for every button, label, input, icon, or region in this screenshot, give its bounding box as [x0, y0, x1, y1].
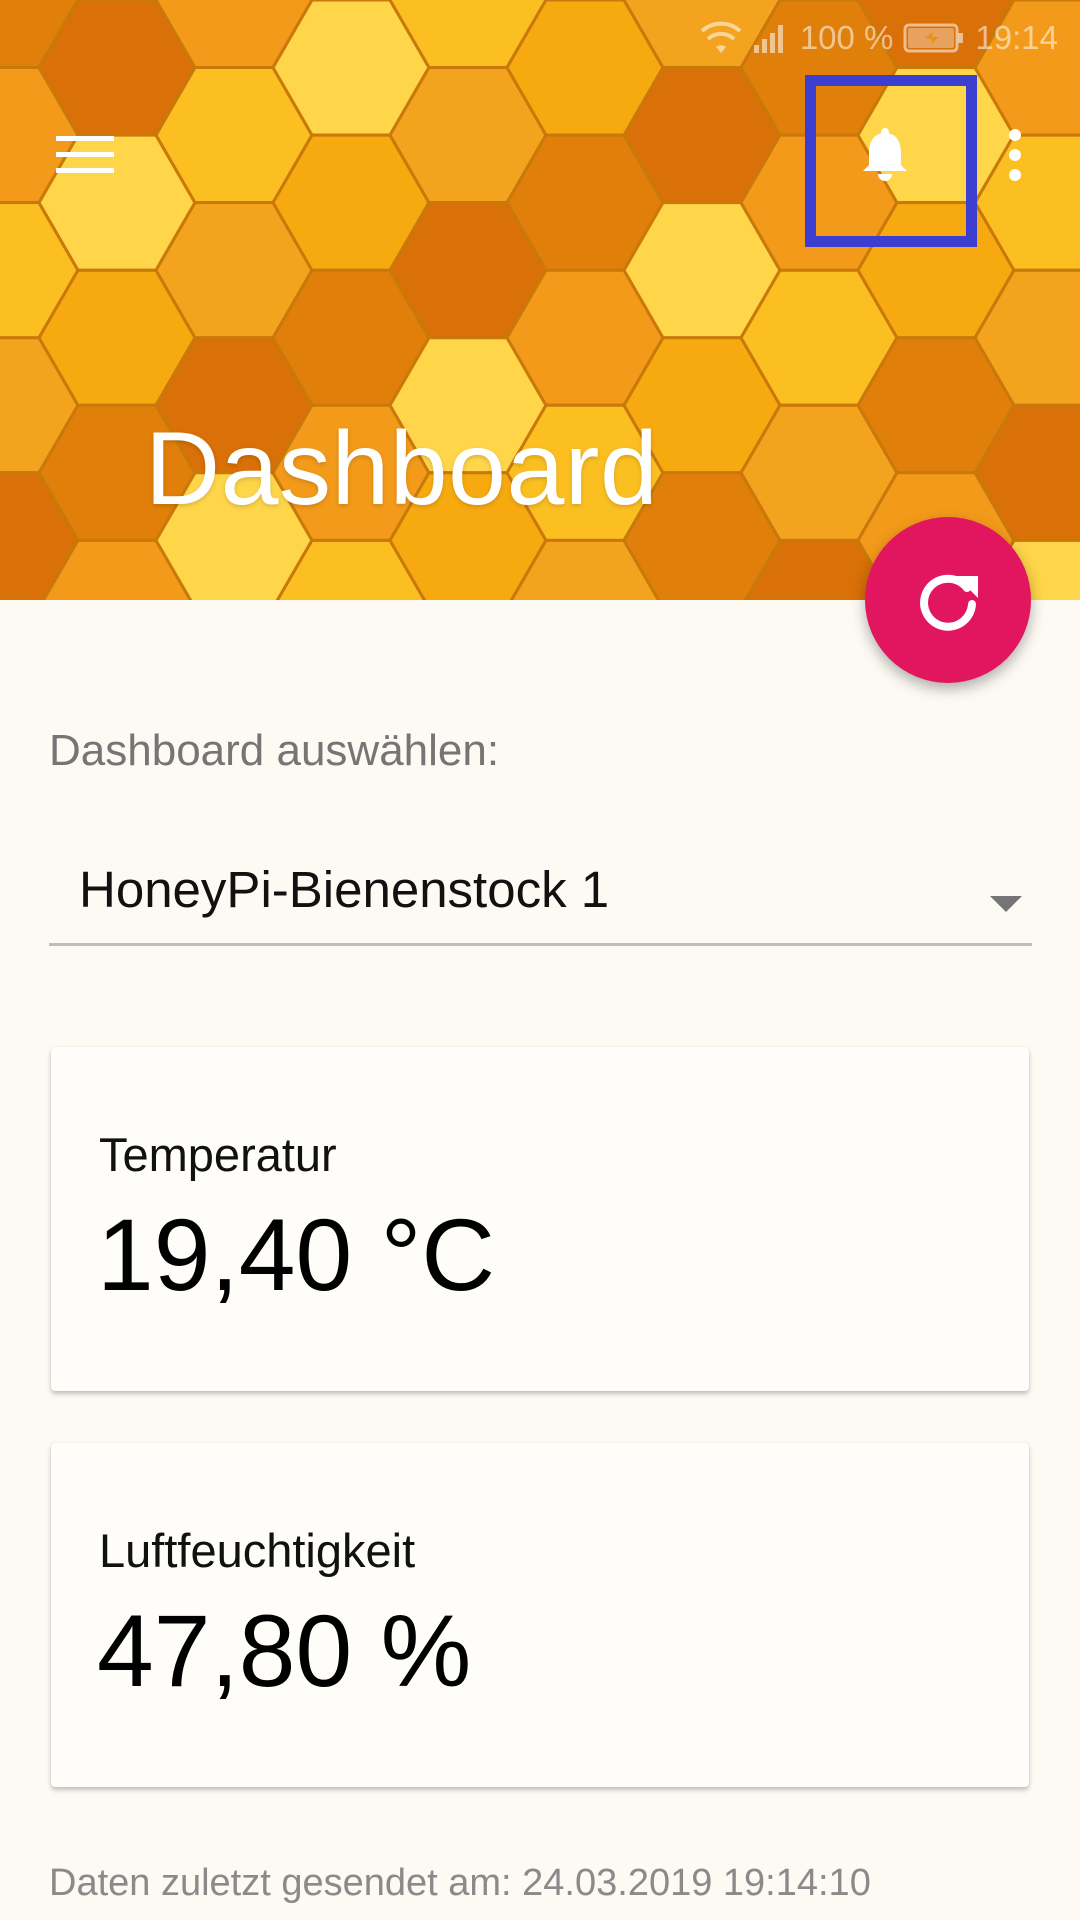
battery-charging-icon [903, 21, 965, 55]
status-bar: 100 % 19:14 [700, 14, 1058, 62]
menu-button[interactable] [40, 110, 130, 200]
app-header: 100 % 19:14 Dashboard [0, 0, 1080, 600]
refresh-icon [920, 574, 978, 631]
humidity-label: Luftfeuchtigkeit [99, 1524, 416, 1577]
bell-icon [863, 128, 907, 181]
temperature-value: 19,40 °C [97, 1198, 496, 1312]
page-title: Dashboard [145, 411, 659, 527]
more-vert-icon [1009, 129, 1021, 181]
status-time: 19:14 [975, 19, 1058, 56]
dropdown-arrow-icon [990, 896, 1022, 912]
dashboard-select-value: HoneyPi-Bienenstock 1 [79, 861, 610, 918]
refresh-button[interactable] [865, 517, 1031, 683]
dashboard-select[interactable]: HoneyPi-Bienenstock 1 [49, 840, 1032, 946]
more-options-button[interactable] [985, 115, 1045, 195]
last-sent-timestamp: Daten zuletzt gesendet am: 24.03.2019 19… [49, 1862, 871, 1904]
wifi-icon [700, 21, 742, 55]
humidity-value: 47,80 % [97, 1594, 472, 1708]
humidity-card: Luftfeuchtigkeit 47,80 % [51, 1443, 1029, 1787]
hamburger-menu-icon [56, 136, 114, 173]
signal-icon [752, 21, 790, 55]
battery-percent: 100 % [799, 19, 894, 56]
notifications-button[interactable] [805, 75, 965, 235]
temperature-label: Temperatur [99, 1128, 337, 1181]
dashboard-select-label: Dashboard auswählen: [49, 726, 500, 775]
temperature-card: Temperatur 19,40 °C [51, 1047, 1029, 1391]
